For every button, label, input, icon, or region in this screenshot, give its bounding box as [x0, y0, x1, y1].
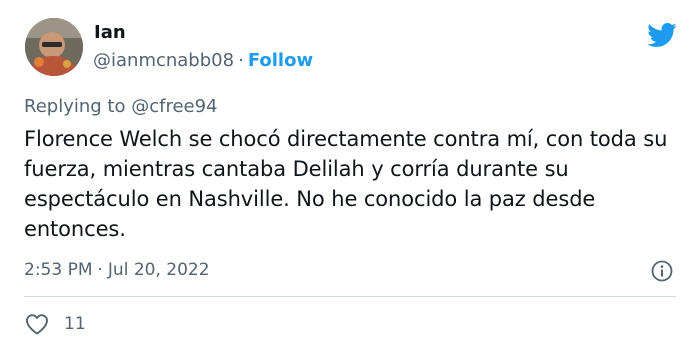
handle-separator: · — [238, 50, 244, 71]
like-count: 11 — [64, 314, 86, 334]
tweet-timestamp[interactable]: 2:53 PM · Jul 20, 2022 — [24, 259, 210, 281]
info-circle-icon[interactable] — [650, 259, 674, 283]
tweet-date: Jul 20, 2022 — [107, 260, 210, 280]
reply-target-handle[interactable]: @cfree94 — [131, 96, 217, 117]
display-name[interactable]: Ian — [94, 22, 126, 44]
handle-row: @ianmcnabb08 · Follow — [93, 50, 313, 72]
tweet-text: Florence Welch se chocó directamente con… — [24, 127, 668, 241]
tweet-time: 2:53 PM — [24, 260, 93, 280]
divider — [24, 296, 676, 297]
heart-outline-icon[interactable] — [25, 313, 49, 335]
replying-to-label: Replying to — [24, 96, 126, 117]
avatar-photo — [25, 18, 83, 76]
avatar[interactable] — [25, 18, 83, 76]
follow-button[interactable]: Follow — [248, 50, 313, 71]
tweet-card: Ian @ianmcnabb08 · Follow Replying to @cfr… — [0, 0, 700, 349]
replying-to: Replying to @cfree94 — [24, 96, 218, 118]
timestamp-separator: · — [97, 260, 103, 280]
twitter-bird-icon[interactable] — [646, 22, 677, 48]
user-handle[interactable]: @ianmcnabb08 — [93, 50, 234, 71]
